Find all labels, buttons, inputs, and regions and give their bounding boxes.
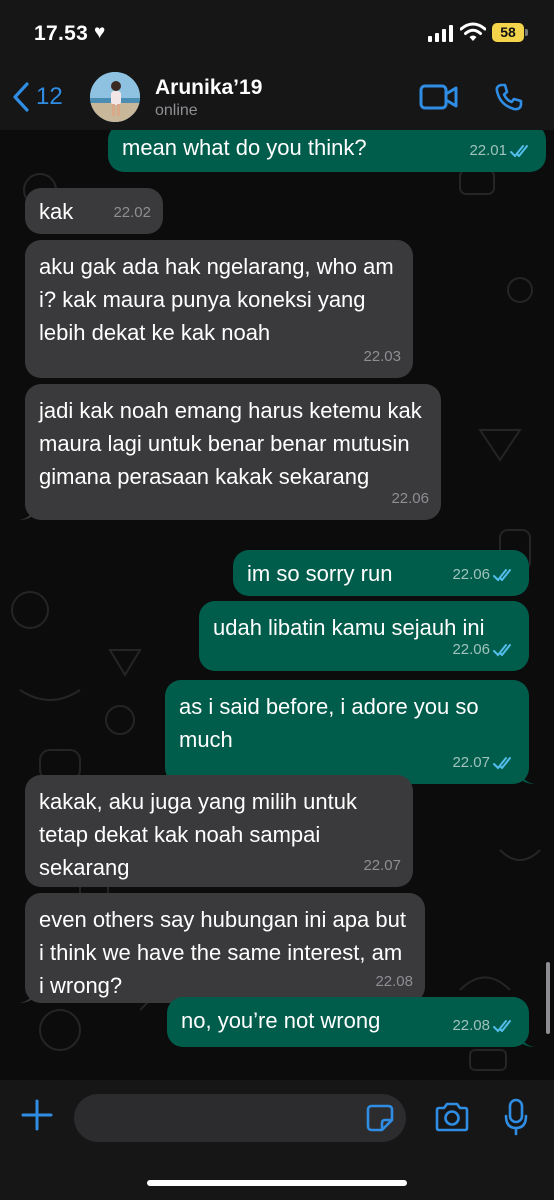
outgoing-message[interactable]: im so sorry run 22.06	[233, 550, 529, 596]
message-time: 22.08	[452, 1017, 490, 1034]
message-time: 22.03	[363, 348, 401, 365]
camera-icon[interactable]	[434, 1102, 470, 1132]
message-time: 22.06	[391, 490, 429, 507]
phone-icon[interactable]	[494, 82, 524, 112]
cellular-signal-icon	[428, 25, 454, 42]
message-text: kakak, aku juga yang milih untuk tetap d…	[39, 789, 357, 880]
message-input[interactable]	[74, 1094, 406, 1142]
message-text: aku gak ada hak ngelarang, who am i? kak…	[39, 254, 394, 345]
scroll-indicator[interactable]	[546, 962, 550, 1034]
message-meta: 22.08	[452, 1009, 517, 1042]
wifi-icon	[460, 22, 486, 41]
chevron-left-icon	[13, 82, 29, 112]
double-check-icon	[493, 1019, 511, 1032]
sticker-icon[interactable]	[366, 1104, 394, 1132]
double-check-icon	[493, 643, 511, 656]
outgoing-message[interactable]: no, you’re not wrong 22.08	[167, 997, 535, 1047]
battery-level: 58	[492, 23, 524, 42]
back-button[interactable]: 12	[12, 82, 63, 112]
message-meta: 22.07	[452, 746, 517, 779]
home-indicator[interactable]	[147, 1180, 407, 1186]
plus-icon[interactable]	[20, 1098, 54, 1132]
message-time: 22.06	[452, 641, 490, 658]
incoming-message[interactable]: kak 22.02	[25, 188, 163, 234]
outgoing-message[interactable]: as i said before, i adore you so much 22.…	[165, 680, 535, 784]
double-check-icon	[493, 756, 511, 769]
bubble-tail	[19, 987, 35, 1003]
contact-status: online	[155, 102, 198, 119]
message-text: jadi kak noah emang harus ketemu kak mau…	[39, 398, 422, 489]
message-time: 22.08	[375, 973, 413, 990]
chat-area[interactable]: mean what do you think? 22.01 kak 22.02 aku …	[0, 130, 554, 1080]
message-time: 22.07	[452, 754, 490, 771]
incoming-message[interactable]: jadi kak noah emang harus ketemu kak mau…	[19, 384, 441, 520]
message-meta: 22.01	[469, 134, 534, 167]
message-meta: 22.06	[391, 482, 429, 515]
outgoing-message[interactable]: udah libatin kamu sejauh ini 22.06	[199, 601, 529, 671]
avatar[interactable]	[90, 72, 140, 122]
message-meta: 22.07	[363, 849, 401, 882]
video-camera-icon[interactable]	[419, 84, 459, 110]
message-time: 22.06	[452, 566, 490, 583]
unread-chats-count: 12	[36, 83, 63, 110]
incoming-message[interactable]: kakak, aku juga yang milih untuk tetap d…	[25, 775, 413, 887]
bubble-tail	[519, 768, 535, 784]
message-time: 22.02	[113, 204, 151, 221]
chat-header: 12 Arunika’19 online	[0, 64, 554, 130]
heart-icon: ♥	[94, 22, 106, 43]
message-meta: 22.08	[375, 965, 413, 998]
double-check-icon	[493, 568, 511, 581]
double-check-icon	[510, 144, 528, 157]
bubble-tail	[519, 1031, 535, 1047]
microphone-icon[interactable]	[504, 1098, 528, 1136]
battery-icon	[525, 29, 528, 36]
outgoing-message[interactable]: mean what do you think? 22.01	[108, 130, 546, 172]
message-time: 22.01	[469, 142, 507, 159]
incoming-message[interactable]: even others say hubungan ini apa but i t…	[19, 893, 425, 1003]
message-meta: 22.06	[452, 633, 517, 666]
message-meta: 22.02	[113, 196, 151, 229]
incoming-message[interactable]: aku gak ada hak ngelarang, who am i? kak…	[25, 240, 413, 378]
message-meta: 22.03	[363, 340, 401, 373]
message-time: 22.07	[363, 857, 401, 874]
message-text: even others say hubungan ini apa but i t…	[39, 907, 406, 998]
bubble-tail	[19, 504, 35, 520]
message-meta: 22.06	[452, 558, 517, 591]
status-time: 17.53	[34, 22, 89, 45]
contact-name[interactable]: Arunika’19	[155, 76, 262, 100]
status-bar: 17.53 ♥ 58	[0, 0, 554, 64]
